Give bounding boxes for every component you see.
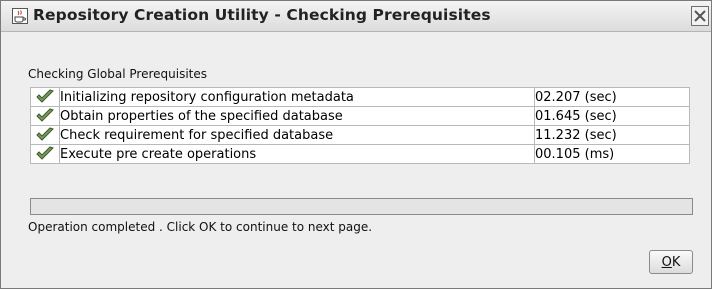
task-name: Execute pre create operations xyxy=(59,144,535,164)
task-name: Check requirement for specified database xyxy=(59,125,535,145)
java-cup-icon xyxy=(12,8,28,24)
checkmark-icon xyxy=(36,108,54,122)
task-time: 00.105 (ms) xyxy=(534,144,690,164)
prerequisites-table: Initializing repository configuration me… xyxy=(30,87,690,164)
task-name: Initializing repository configuration me… xyxy=(59,87,535,107)
ok-mnemonic: O xyxy=(661,254,672,270)
task-time: 01.645 (sec) xyxy=(534,106,690,126)
ok-button[interactable]: OK xyxy=(649,250,693,274)
checkmark-icon xyxy=(36,146,54,160)
section-label: Checking Global Prerequisites xyxy=(28,67,207,81)
progress-fill xyxy=(31,199,692,214)
table-row: Execute pre create operations 00.105 (ms… xyxy=(30,144,690,164)
table-row: Obtain properties of the specified datab… xyxy=(30,106,690,126)
ok-label-rest: K xyxy=(671,254,681,270)
title-bar[interactable]: Repository Creation Utility - Checking P… xyxy=(1,1,711,32)
task-name: Obtain properties of the specified datab… xyxy=(59,106,535,126)
window-title: Repository Creation Utility - Checking P… xyxy=(33,6,491,24)
task-time: 02.207 (sec) xyxy=(534,87,690,107)
status-text: Operation completed . Click OK to contin… xyxy=(28,220,373,234)
table-row: Initializing repository configuration me… xyxy=(30,87,690,107)
checkmark-icon xyxy=(36,127,54,141)
checkmark-icon xyxy=(36,89,54,103)
close-icon[interactable] xyxy=(691,6,709,26)
dialog-window: Repository Creation Utility - Checking P… xyxy=(0,0,712,289)
table-row: Check requirement for specified database… xyxy=(30,125,690,145)
task-time: 11.232 (sec) xyxy=(534,125,690,145)
progress-bar xyxy=(30,198,693,215)
